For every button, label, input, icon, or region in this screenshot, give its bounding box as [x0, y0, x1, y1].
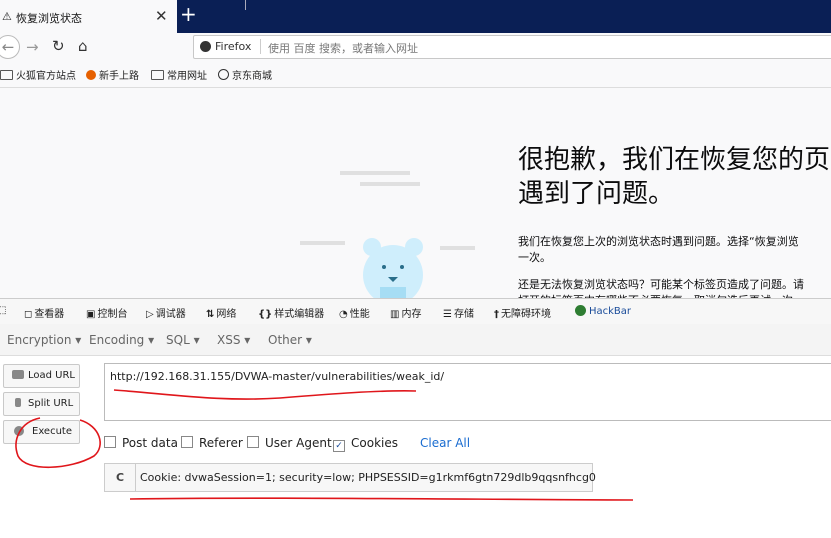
tab-accessibility[interactable]: † 无障碍环境: [494, 305, 551, 320]
bookmark-firefox-official[interactable]: 火狐官方站点: [0, 67, 76, 82]
tab-separator: [245, 0, 246, 10]
tab-network[interactable]: ⇅ 网络: [206, 305, 236, 320]
tab-memory[interactable]: ▥ 内存: [390, 305, 421, 320]
menu-xss[interactable]: XSS ▾: [217, 333, 250, 347]
cookie-value: Cookie: dvwaSession=1; security=low; PHP…: [140, 471, 596, 484]
annotation-underline-cookie: [129, 497, 634, 501]
performance-icon: ◔: [339, 309, 348, 320]
globe-icon: [218, 69, 229, 80]
warning-icon: ⚠: [2, 10, 12, 23]
cookies-checkbox[interactable]: ✓ Cookies: [333, 436, 398, 452]
menu-encoding[interactable]: Encoding ▾: [89, 333, 154, 347]
execute-icon: [14, 426, 24, 436]
error-title: 很抱歉，我们在恢复您的页 遇到了问题。: [518, 145, 831, 209]
home-icon[interactable]: ⌂: [78, 37, 88, 55]
split-url-button[interactable]: Split URL: [3, 392, 80, 416]
cookie-label: C: [105, 464, 136, 491]
reload-icon[interactable]: ↻: [52, 37, 65, 55]
url-textarea[interactable]: http://192.168.31.155/DVWA-master/vulner…: [104, 363, 831, 421]
memory-icon: ▥: [390, 309, 400, 320]
navigation-bar: ← → ↻ ⌂ Firefox 使用 百度 搜索，或者输入网址: [0, 33, 831, 61]
tab-title: 恢复浏览状态: [16, 12, 82, 25]
devtools-toolbar: ⬚ ◻ 查看器 ▣ 控制台 ▷ 调试器 ⇅ 网络 {} 样式编辑器 ◔ 性能 ▥ 内存 ☰ 存储…: [0, 298, 831, 325]
storage-icon: ☰: [443, 309, 452, 320]
post-data-checkbox[interactable]: Post data: [104, 436, 178, 450]
console-icon: ▣: [86, 309, 96, 320]
checkbox-box: [104, 436, 116, 448]
execute-button[interactable]: Execute: [3, 420, 80, 444]
bookmark-jd[interactable]: 京东商城: [218, 67, 272, 82]
address-bar-brand: Firefox: [215, 40, 252, 53]
cookie-field[interactable]: C Cookie: dvwaSession=1; security=low; P…: [104, 463, 596, 492]
folder-icon: [151, 70, 164, 80]
user-agent-checkbox[interactable]: User Agent: [247, 436, 332, 450]
tab-hackbar[interactable]: HackBar: [575, 305, 631, 317]
firefox-icon: [200, 41, 211, 52]
new-tab-button[interactable]: +: [180, 3, 197, 25]
checkbox-box: [247, 436, 259, 448]
menu-sql[interactable]: SQL ▾: [166, 333, 200, 347]
address-bar-divider: [260, 39, 261, 54]
address-bar[interactable]: Firefox 使用 百度 搜索，或者输入网址: [193, 35, 831, 59]
forward-arrow-icon[interactable]: →: [26, 38, 39, 56]
debugger-icon: ▷: [146, 309, 154, 320]
menu-other[interactable]: Other ▾: [268, 333, 312, 347]
tab-style-editor[interactable]: {} 样式编辑器: [258, 305, 324, 320]
inspector-icon: ◻: [24, 309, 33, 320]
checkbox-checked-box: ✓: [333, 440, 345, 452]
referer-checkbox[interactable]: Referer: [181, 436, 243, 450]
network-icon: ⇅: [206, 309, 215, 320]
hackbar-menu: Encryption ▾ Encoding ▾ SQL ▾ XSS ▾ Othe…: [0, 324, 831, 356]
clear-all-link[interactable]: Clear All: [420, 436, 470, 450]
decorative-lines: [300, 171, 475, 250]
checkbox-box: [181, 436, 193, 448]
folder-icon: [0, 70, 13, 80]
url-value: http://192.168.31.155/DVWA-master/vulner…: [110, 370, 445, 383]
error-help-text: 还是无法恢复浏览状态吗？可能某个标签页造成了问题。请 打开的标签页中有哪些不必要…: [518, 278, 804, 300]
tab-performance[interactable]: ◔ 性能: [339, 305, 370, 320]
tab-storage[interactable]: ☰ 存储: [443, 305, 474, 320]
firefox-icon: [86, 70, 96, 80]
bookmark-getting-started[interactable]: 新手上路: [86, 67, 139, 82]
back-arrow-icon[interactable]: ←: [0, 35, 20, 59]
tab-console[interactable]: ▣ 控制台: [86, 305, 127, 320]
load-url-button[interactable]: Load URL: [3, 364, 80, 388]
split-icon: [15, 398, 21, 407]
load-icon: [12, 370, 24, 379]
page-content: 很抱歉，我们在恢复您的页 遇到了问题。 我们在恢复您上次的浏览状态时遇到问题。选…: [0, 88, 831, 300]
element-picker-icon[interactable]: ⬚: [0, 305, 8, 316]
bookmark-common-sites[interactable]: 常用网址: [151, 67, 207, 82]
address-bar-placeholder: 使用 百度 搜索，或者输入网址: [268, 42, 418, 55]
close-icon[interactable]: ✕: [155, 7, 168, 25]
tab-debugger[interactable]: ▷ 调试器: [146, 305, 186, 320]
menu-encryption[interactable]: Encryption ▾: [7, 333, 81, 347]
tab-inspector[interactable]: ◻ 查看器: [24, 305, 64, 320]
tab-restore-session[interactable]: ⚠ 恢复浏览状态 ✕: [0, 0, 177, 33]
bookmarks-toolbar: 火狐官方站点 新手上路 常用网址 京东商城: [0, 61, 831, 88]
style-editor-icon: {}: [258, 309, 273, 320]
accessibility-icon: †: [494, 309, 499, 320]
hackbar-icon: [575, 305, 586, 316]
error-description: 我们在恢复您上次的浏览状态时遇到问题。选择“恢复浏览 一次。: [518, 235, 799, 264]
